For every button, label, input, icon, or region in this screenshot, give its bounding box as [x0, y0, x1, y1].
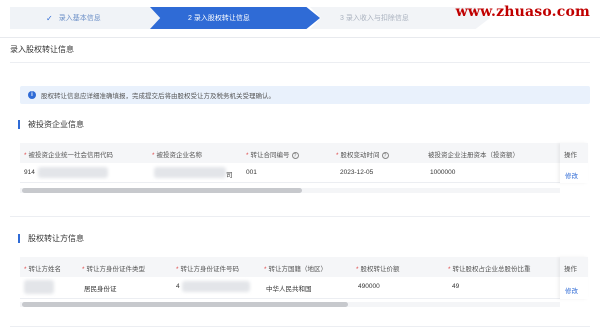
th-transferor-name: * 转让方姓名 — [24, 266, 62, 273]
horizontal-scrollbar[interactable] — [20, 188, 560, 193]
step-3-income-deduction[interactable]: 3 录入收入与扣除信息 — [316, 7, 476, 29]
th-operation: 操作 — [560, 143, 588, 163]
cell-change-date: 2023-12-05 — [340, 169, 374, 176]
invested-company-table: * 被投资企业统一社会信用代码 * 被投资企业名称 * 转让合同编号? * 股权变动时间… — [20, 143, 588, 193]
step-1-basic-info[interactable]: ✓ 录入基本信息 — [10, 7, 160, 29]
operation-column: 操作 修改 — [560, 257, 588, 299]
table-row: 居民身份证 4 中华人民共和国 490000 49 — [20, 277, 588, 299]
watermark: www.zhuaso.com — [455, 4, 590, 20]
scrollbar-thumb[interactable] — [22, 302, 348, 307]
cell-nationality: 中华人民共和国 — [266, 286, 312, 293]
edit-link[interactable]: 修改 — [565, 285, 578, 295]
redacted-block — [38, 167, 108, 178]
step-1-label: 录入基本信息 — [58, 15, 101, 22]
divider — [10, 326, 590, 327]
th-credit-code: * 被投资企业统一社会信用代码 — [24, 152, 114, 159]
th-operation: 操作 — [560, 257, 588, 277]
table-row: 914 司 001 2023-12-05 1000000 — [20, 163, 588, 183]
th-id-type: * 转让方身份证件类型 — [82, 266, 146, 273]
step-3-label: 3 录入收入与扣除信息 — [340, 15, 409, 22]
operation-column: 操作 修改 — [560, 143, 588, 183]
th-reg-capital: 被投资企业注册资本（投资额） — [428, 152, 519, 159]
step-2-label: 2 录入股权转让信息 — [188, 15, 250, 22]
cell-price: 490000 — [358, 283, 380, 290]
table-header: * 被投资企业统一社会信用代码 * 被投资企业名称 * 转让合同编号? * 股权变动时间… — [20, 143, 588, 163]
horizontal-scrollbar[interactable] — [20, 302, 560, 307]
edit-link[interactable]: 修改 — [565, 170, 578, 180]
info-icon: i — [28, 91, 36, 99]
th-nationality: * 转让方国籍（地区） — [264, 266, 328, 273]
th-price: * 股权转让价额 — [356, 266, 400, 273]
cell-reg-capital: 1000000 — [430, 169, 456, 176]
section-title-transferor: 股权转让方信息 — [18, 233, 84, 244]
section-title-invested: 被投资企业信息 — [18, 119, 84, 130]
help-icon[interactable]: ? — [381, 152, 389, 159]
step-2-equity-transfer[interactable]: 2 录入股权转让信息 — [150, 7, 310, 29]
cell-id-type: 居民身份证 — [84, 286, 117, 293]
th-change-date: * 股权变动时间? — [336, 149, 389, 159]
scrollbar-thumb[interactable] — [22, 188, 302, 193]
cell-contract-no: 001 — [246, 169, 257, 176]
th-company-name: * 被投资企业名称 — [152, 152, 203, 159]
th-contract-no: * 转让合同编号? — [246, 149, 299, 159]
notice-text: 股权转让信息应详细准确填报，完成提交后将由股权受让方及税务机关受理确认。 — [41, 93, 275, 100]
redacted-block — [182, 281, 250, 292]
redacted-block — [24, 280, 54, 294]
divider — [10, 216, 590, 217]
section-accent-bar — [18, 120, 20, 129]
section-accent-bar — [18, 234, 20, 243]
cell-credit-code: 914 — [24, 169, 35, 176]
redacted-block — [154, 167, 226, 178]
divider — [0, 37, 600, 38]
step-bar: ✓ 录入基本信息 2 录入股权转让信息 3 录入收入与扣除信息 www.zhua… — [0, 0, 600, 36]
check-icon: ✓ — [46, 13, 53, 23]
cell-ratio: 49 — [452, 283, 460, 290]
th-id-no: * 转让方身份证件号码 — [176, 266, 240, 273]
table-header: * 转让方姓名 * 转让方身份证件类型 * 转让方身份证件号码 * 转让方国籍（地区） … — [20, 257, 588, 277]
cell-id-no: 4 — [176, 283, 180, 290]
th-ratio: * 转让股权占企业总股份比重 — [448, 266, 531, 273]
section-title-text: 被投资企业信息 — [28, 120, 84, 129]
section-title-text: 股权转让方信息 — [28, 234, 84, 243]
info-notice: i 股权转让信息应详细准确填报，完成提交后将由股权受让方及税务机关受理确认。 — [20, 86, 590, 104]
page-title: 录入股权转让信息 — [10, 45, 74, 54]
cell-company-name-tail: 司 — [226, 172, 233, 179]
help-icon[interactable]: ? — [291, 152, 299, 159]
transferor-table: * 转让方姓名 * 转让方身份证件类型 * 转让方身份证件号码 * 转让方国籍（地区） … — [20, 257, 588, 309]
divider — [10, 62, 590, 63]
